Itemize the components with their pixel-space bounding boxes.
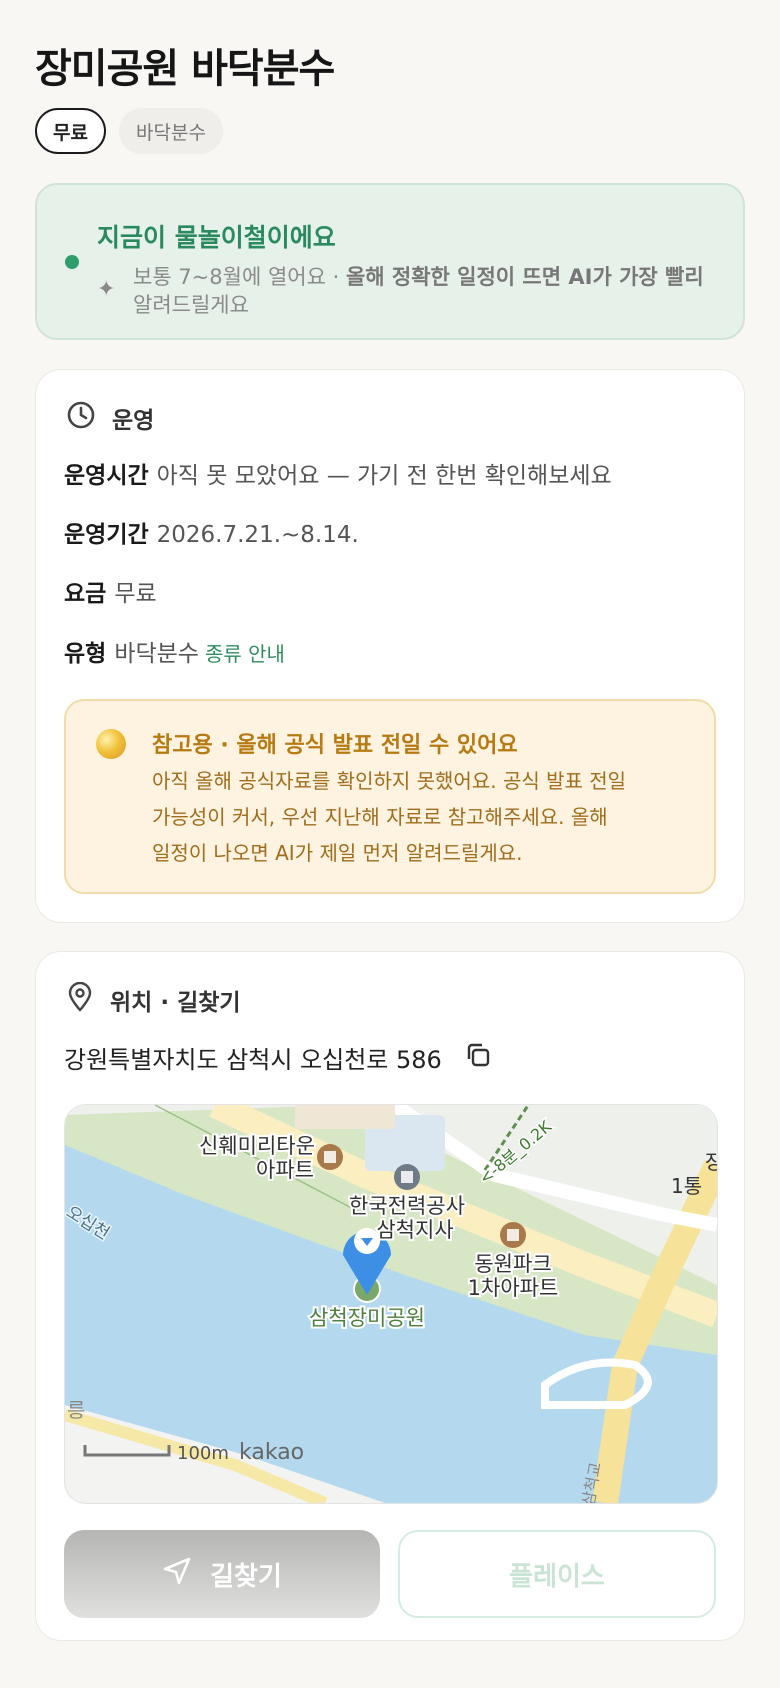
sparkle-icon: ✦ xyxy=(97,277,116,302)
map-label-apt1: 아파트 xyxy=(256,1158,314,1182)
map-label-apt2: 동원파크 xyxy=(474,1252,551,1276)
notice-body: 아직 올해 공식자료를 확인하지 못했어요. 공식 발표 전일 가능성이 커서,… xyxy=(152,763,672,871)
map-label-apt2: 1차아파트 xyxy=(468,1276,559,1300)
notice-line: 가능성이 커서, 우선 지난해 자료로 참고해주세요. 올해 xyxy=(152,805,608,829)
operation-header: 운영 xyxy=(66,400,154,436)
notice-title: 참고용 · 올해 공식 발표 전일 수 있어요 xyxy=(152,733,518,758)
map-brand-logo: kakao xyxy=(239,1440,304,1465)
map-scale-label: 100m xyxy=(177,1443,229,1464)
map-label-edge-left: 릉 xyxy=(67,1398,85,1422)
map-label-park: 삼척장미공원 xyxy=(309,1306,425,1330)
address-text: 강원특별자치도 삼척시 오십천로 586 xyxy=(64,1046,442,1074)
map-label-kepco: 한국전력공사 xyxy=(349,1194,465,1218)
period-row: 운영기간 2026.7.21.~8.14. xyxy=(64,515,359,549)
clock-icon xyxy=(66,400,96,436)
page-title: 장미공원 바닥분수 xyxy=(35,46,335,92)
season-note: 보통 7~8월에 열어요 · 올해 정확한 일정이 뜨면 AI가 가장 빨리알려… xyxy=(133,263,713,319)
period-value: 2026.7.21.~8.14. xyxy=(156,522,359,548)
tag-type: 바닥분수 xyxy=(119,108,223,154)
map-label-kepco: 삼척지사 xyxy=(376,1218,453,1242)
type-value: 바닥분수 xyxy=(114,641,199,667)
season-banner: 지금이 물놀이철이에요 ✦ 보통 7~8월에 열어요 · 올해 정확한 일정이 … xyxy=(35,183,745,340)
location-title: 위치 · 길찾기 xyxy=(110,990,241,1016)
map-label-edge: 1통 xyxy=(671,1174,702,1198)
type-guide-link[interactable]: 종류 안내 xyxy=(205,642,285,666)
hours-label: 운영시간 xyxy=(64,463,149,489)
map-label-edge: 장 xyxy=(705,1150,717,1174)
notice-line: 아직 올해 공식자료를 확인하지 못했어요. 공식 발표 전일 xyxy=(152,769,627,793)
place-button-label: 플레이스 xyxy=(509,1561,605,1592)
season-note-bold: 올해 정확한 일정이 뜨면 AI가 가장 빨리 xyxy=(345,265,704,289)
fee-row: 요금 무료 xyxy=(64,574,157,608)
route-button-label: 길찾기 xyxy=(210,1561,282,1592)
status-dot xyxy=(65,255,79,269)
location-header: 위치 · 길찾기 xyxy=(66,981,241,1018)
route-button[interactable]: 길찾기 xyxy=(64,1530,380,1618)
navigation-arrow-icon xyxy=(162,1556,192,1593)
operation-title: 운영 xyxy=(112,408,155,434)
season-headline: 지금이 물놀이철이에요 xyxy=(97,223,336,252)
type-label: 유형 xyxy=(64,641,107,667)
operation-card: 운영 운영시간 아직 못 모았어요 — 가기 전 한번 확인해보세요 운영기간 20… xyxy=(35,369,745,923)
period-label: 운영기간 xyxy=(64,522,149,548)
hours-value: 아직 못 모았어요 — 가기 전 한번 확인해보세요 xyxy=(156,463,612,489)
reference-notice: 참고용 · 올해 공식 발표 전일 수 있어요 아직 올해 공식자료를 확인하지… xyxy=(64,699,716,894)
tag-free: 무료 xyxy=(35,108,106,154)
address-row: 강원특별자치도 삼척시 오십천로 586 xyxy=(64,1040,492,1075)
fee-value: 무료 xyxy=(114,581,157,607)
type-row: 유형 바닥분수 종류 안내 xyxy=(64,634,285,668)
coin-icon xyxy=(96,729,126,759)
season-note-prefix: 보통 7~8월에 열어요 · xyxy=(133,265,346,289)
hours-row: 운영시간 아직 못 모았어요 — 가기 전 한번 확인해보세요 xyxy=(64,456,612,490)
place-button[interactable]: 플레이스 xyxy=(398,1530,716,1618)
map-view[interactable]: 신훼미리타운 아파트 한국전력공사 삼척지사 동원파크 1차아파트 삼척장미공원… xyxy=(64,1104,718,1504)
location-card: 위치 · 길찾기 강원특별자치도 삼척시 오십천로 586 신훼미리타운 아파트… xyxy=(35,951,745,1641)
notice-line: 일정이 나오면 AI가 제일 먼저 알려드릴게요. xyxy=(152,841,523,865)
fee-label: 요금 xyxy=(64,581,107,607)
map-label-apt1: 신훼미리타운 xyxy=(199,1134,315,1158)
season-note-suffix: 알려드릴게요 xyxy=(133,293,249,317)
location-pin-icon xyxy=(66,981,94,1018)
copy-icon[interactable] xyxy=(464,1041,492,1075)
